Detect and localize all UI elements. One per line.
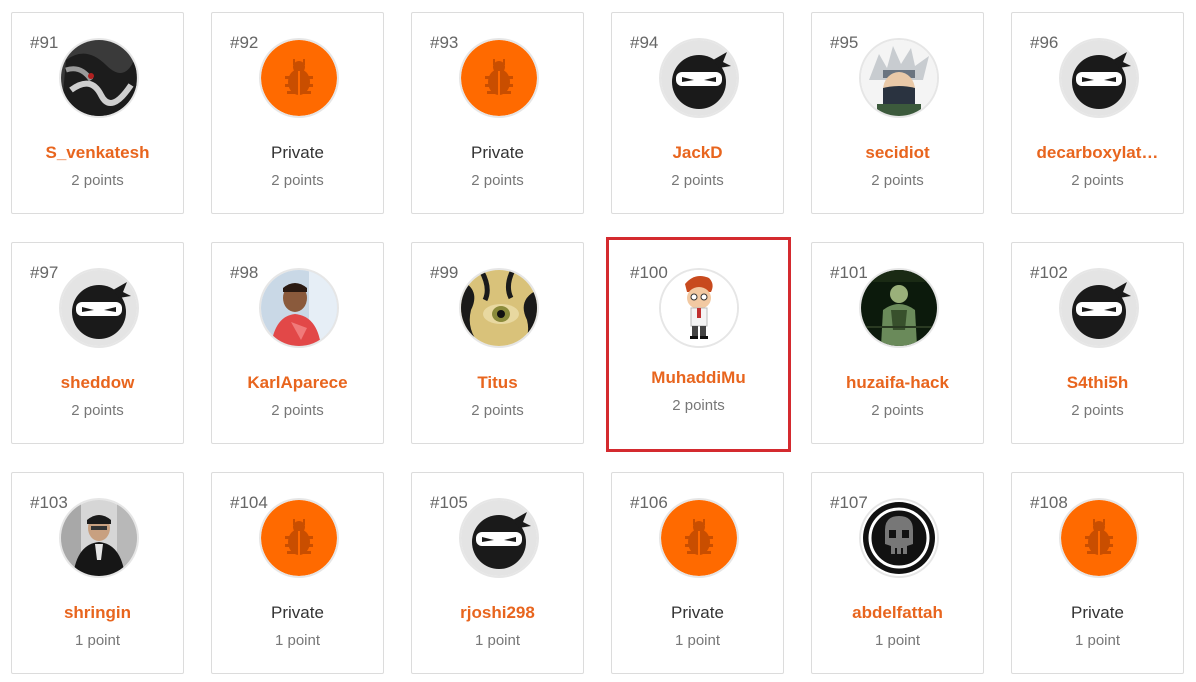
leaderboard-card[interactable]: #101 huzaifa-hack 2 points: [811, 242, 984, 444]
rank-label: #106: [630, 493, 668, 512]
username[interactable]: huzaifa-hack: [812, 373, 983, 393]
photo-avatar: [861, 270, 937, 346]
points-label: 2 points: [871, 402, 924, 419]
leaderboard-card[interactable]: #99 Titus 2 points: [411, 242, 584, 444]
leaderboard-card[interactable]: #96 decarboxylat… 2 points: [1011, 12, 1184, 214]
username: Private: [271, 143, 324, 162]
username[interactable]: abdelfattah: [812, 603, 983, 623]
rank-label: #96: [1030, 33, 1059, 52]
username: Private: [471, 143, 524, 162]
bug-icon: [1061, 500, 1137, 576]
ninja-icon: [661, 40, 737, 116]
photo-avatar: [61, 40, 137, 116]
username[interactable]: Titus: [412, 373, 583, 393]
photo-avatar: [461, 270, 537, 346]
rank-label: #101: [830, 263, 868, 282]
points-label: 1 point: [474, 632, 521, 649]
rank-label: #91: [30, 33, 59, 52]
bug-icon: [461, 40, 537, 116]
leaderboard-card[interactable]: #95 secidiot 2 points: [811, 12, 984, 214]
username[interactable]: decarboxylat…: [1012, 143, 1183, 163]
leaderboard-card[interactable]: #91 S_venkatesh 2 points: [11, 12, 184, 214]
username[interactable]: MuhaddiMu: [609, 368, 788, 388]
leaderboard-grid: #91 S_venkatesh 2 points #92 Private 2 p…: [0, 0, 1196, 682]
ninja-icon: [1061, 270, 1137, 346]
leaderboard-card[interactable]: #104 Private 1 point: [211, 472, 384, 674]
leaderboard-card-highlighted[interactable]: #100 MuhaddiMu 2 points: [606, 237, 791, 452]
points-label: 1 point: [874, 632, 921, 649]
bug-icon: [261, 500, 337, 576]
username[interactable]: secidiot: [812, 143, 983, 163]
points-label: 1 point: [74, 632, 121, 649]
points-label: 2 points: [1071, 172, 1124, 189]
rank-label: #97: [30, 263, 59, 282]
rank-label: #99: [430, 263, 459, 282]
points-label: 2 points: [1071, 402, 1124, 419]
points-label: 1 point: [1074, 632, 1121, 649]
leaderboard-card[interactable]: #106 Private 1 point: [611, 472, 784, 674]
leaderboard-card[interactable]: #92 Private 2 points: [211, 12, 384, 214]
rank-label: #107: [830, 493, 868, 512]
username[interactable]: S_venkatesh: [12, 143, 183, 163]
cartoon-avatar: [661, 270, 737, 346]
points-label: 2 points: [471, 402, 524, 419]
rank-label: #108: [1030, 493, 1068, 512]
leaderboard-card[interactable]: #93 Private 2 points: [411, 12, 584, 214]
points-label: 2 points: [71, 172, 124, 189]
leaderboard-card[interactable]: #94 JackD 2 points: [611, 12, 784, 214]
bug-icon: [261, 40, 337, 116]
username[interactable]: shringin: [12, 603, 183, 623]
leaderboard-card[interactable]: #105 rjoshi298 1 point: [411, 472, 584, 674]
skull-icon: [861, 500, 937, 576]
rank-label: #105: [430, 493, 468, 512]
username[interactable]: S4thi5h: [1012, 373, 1183, 393]
ninja-icon: [461, 500, 537, 576]
points-label: 1 point: [274, 632, 321, 649]
points-label: 2 points: [671, 172, 724, 189]
photo-avatar: [261, 270, 337, 346]
rank-label: #93: [430, 33, 459, 52]
username[interactable]: JackD: [612, 143, 783, 163]
points-label: 2 points: [271, 172, 324, 189]
rank-label: #95: [830, 33, 859, 52]
username: Private: [1071, 603, 1124, 622]
photo-avatar: [861, 40, 937, 116]
points-label: 1 point: [674, 632, 721, 649]
points-label: 2 points: [471, 172, 524, 189]
rank-label: #98: [230, 263, 259, 282]
points-label: 2 points: [71, 402, 124, 419]
username: Private: [671, 603, 724, 622]
leaderboard-card[interactable]: #98 KarlAparece 2 points: [211, 242, 384, 444]
rank-label: #102: [1030, 263, 1068, 282]
username: Private: [271, 603, 324, 622]
photo-avatar: [61, 500, 137, 576]
username[interactable]: sheddow: [12, 373, 183, 393]
leaderboard-card[interactable]: #108 Private 1 point: [1011, 472, 1184, 674]
leaderboard-card[interactable]: #97 sheddow 2 points: [11, 242, 184, 444]
ninja-icon: [1061, 40, 1137, 116]
bug-icon: [661, 500, 737, 576]
points-label: 2 points: [672, 397, 725, 414]
leaderboard-card[interactable]: #102 S4thi5h 2 points: [1011, 242, 1184, 444]
rank-label: #103: [30, 493, 68, 512]
rank-label: #94: [630, 33, 659, 52]
points-label: 2 points: [871, 172, 924, 189]
points-label: 2 points: [271, 402, 324, 419]
leaderboard-card[interactable]: #107 abdelfattah 1 point: [811, 472, 984, 674]
rank-label: #100: [630, 263, 668, 282]
ninja-icon: [61, 270, 137, 346]
leaderboard-card[interactable]: #103 shringin 1 point: [11, 472, 184, 674]
username[interactable]: KarlAparece: [212, 373, 383, 393]
rank-label: #92: [230, 33, 259, 52]
rank-label: #104: [230, 493, 268, 512]
username[interactable]: rjoshi298: [412, 603, 583, 623]
